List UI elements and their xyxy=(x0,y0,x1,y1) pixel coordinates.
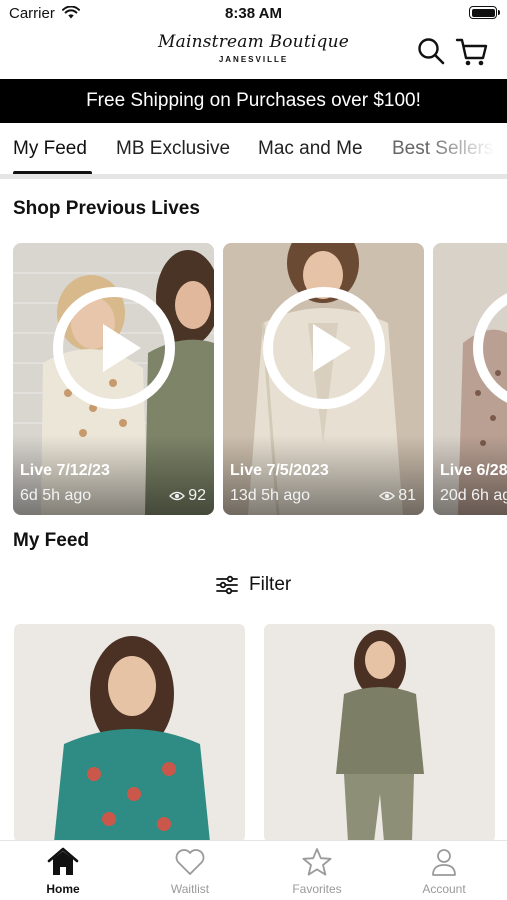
product-card[interactable] xyxy=(264,624,495,842)
heart-icon xyxy=(175,849,205,875)
product-image xyxy=(14,624,245,842)
promo-banner: Free Shipping on Purchases over $100! xyxy=(0,79,507,123)
tab-mac-and-me[interactable]: Mac and Me xyxy=(258,138,363,160)
live-date: Live 6/28 xyxy=(440,462,507,479)
cart-icon[interactable] xyxy=(455,36,489,68)
star-icon xyxy=(302,848,332,876)
feed-title: My Feed xyxy=(13,530,90,551)
tab-my-feed[interactable]: My Feed xyxy=(13,138,87,160)
product-card[interactable] xyxy=(14,624,245,842)
live-time-ago: 6d 5h ago xyxy=(20,487,92,504)
nav-favorites-label: Favorites xyxy=(292,882,342,896)
live-view-count: 81 xyxy=(379,487,416,505)
nav-waitlist-label: Waitlist xyxy=(170,882,210,896)
tab-mb-exclusive[interactable]: MB Exclusive xyxy=(116,138,230,160)
filter-button[interactable]: Filter xyxy=(215,574,291,596)
live-card[interactable]: Live 7/5/2023 13d 5h ago 81 xyxy=(223,243,424,515)
battery-icon xyxy=(469,6,500,19)
view-count-value: 81 xyxy=(398,487,416,504)
status-bar: Carrier 8:38 AM xyxy=(0,0,507,28)
nav-favorites[interactable]: Favorites xyxy=(267,847,367,896)
eye-icon xyxy=(379,491,396,501)
live-date: Live 7/12/23 xyxy=(20,462,110,479)
active-tab-indicator xyxy=(13,171,92,174)
search-icon[interactable] xyxy=(416,36,446,66)
play-icon[interactable] xyxy=(53,287,175,409)
product-image xyxy=(264,624,495,842)
live-card[interactable]: Live 7/12/23 6d 5h ago 92 xyxy=(13,243,214,515)
filter-label: Filter xyxy=(249,574,292,595)
live-view-count: 92 xyxy=(169,487,206,505)
bottom-nav: Home Waitlist Favorites Account xyxy=(0,840,507,900)
live-time-ago: 20d 6h ago xyxy=(440,487,507,504)
nav-waitlist[interactable]: Waitlist xyxy=(140,847,240,896)
previous-lives-title: Shop Previous Lives xyxy=(13,198,200,219)
eye-icon xyxy=(169,491,186,501)
home-icon xyxy=(47,847,79,875)
sliders-icon xyxy=(216,575,238,595)
status-time: 8:38 AM xyxy=(225,5,282,22)
app-header: Mainstream Boutique JANESVILLE xyxy=(0,28,507,78)
nav-home-label: Home xyxy=(46,882,80,896)
nav-account-label: Account xyxy=(422,882,466,896)
category-tabs: My Feed MB Exclusive Mac and Me Best Sel… xyxy=(0,123,507,179)
nav-home[interactable]: Home xyxy=(13,847,113,896)
tabs-fade xyxy=(427,123,507,174)
live-card[interactable]: Live 6/28 20d 6h ago xyxy=(433,243,507,515)
person-icon xyxy=(432,849,456,876)
nav-account[interactable]: Account xyxy=(394,847,494,896)
live-time-ago: 13d 5h ago xyxy=(230,487,311,504)
play-icon[interactable] xyxy=(263,287,385,409)
live-date: Live 7/5/2023 xyxy=(230,462,329,479)
view-count-value: 92 xyxy=(188,487,206,504)
